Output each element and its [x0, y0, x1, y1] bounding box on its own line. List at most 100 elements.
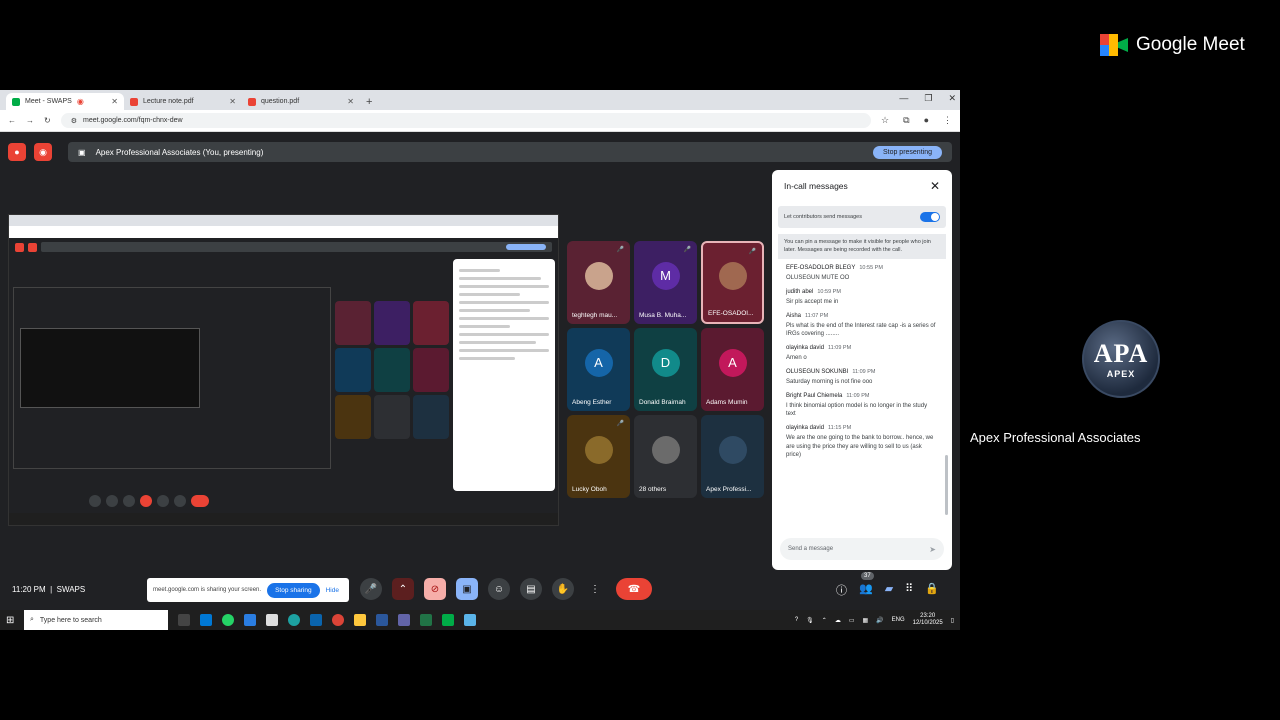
close-icon[interactable]: ✕ — [930, 179, 940, 193]
chat-scrollbar[interactable] — [945, 455, 948, 515]
broadcast-icon[interactable]: ◉ — [34, 143, 52, 161]
close-window-icon[interactable]: ✕ — [948, 93, 956, 104]
contributors-toggle[interactable] — [920, 212, 940, 222]
menu-kebab-icon[interactable]: ⋮ — [943, 115, 952, 126]
profile-avatar-icon[interactable]: ● — [924, 115, 929, 126]
participant-name: Abeng Esther — [572, 399, 612, 406]
message-text: Sir pls accept me in — [786, 299, 839, 306]
chat-title: In-call messages — [784, 181, 848, 191]
avatar: M — [651, 261, 680, 290]
stop-presenting-button[interactable]: Stop presenting — [872, 145, 942, 159]
message-time: 11:07 PM — [805, 312, 829, 319]
mic-tray-icon[interactable]: 🎙 — [806, 617, 814, 624]
new-tab-button[interactable]: + — [360, 96, 378, 110]
meet-app-icon[interactable] — [442, 614, 454, 626]
send-icon[interactable]: ➤ — [929, 545, 936, 554]
chat-message: olayinka david 11:15 PM We are the one goi… — [786, 425, 938, 460]
video-off-icon[interactable]: ⊘ — [424, 578, 446, 600]
site-info-icon[interactable]: ⚙ — [71, 117, 77, 125]
reload-icon[interactable]: ↻ — [44, 116, 51, 125]
info-icon[interactable]: ⓘ — [836, 582, 847, 598]
tab-lecture-note[interactable]: Lecture note.pdf ✕ — [124, 93, 242, 110]
participant-name: Apex Professi... — [706, 486, 752, 493]
avatar: A — [718, 348, 747, 377]
store-icon[interactable] — [266, 614, 278, 626]
extensions-icon[interactable]: ⧉ — [903, 115, 909, 126]
activities-icon[interactable]: ⠿ — [905, 582, 913, 598]
participant-tile[interactable]: M 🎤 Musa B. Muha... — [634, 241, 697, 324]
stop-sharing-button[interactable]: Stop sharing — [267, 582, 320, 598]
leave-call-button[interactable]: ☎ — [616, 578, 652, 600]
record-icon[interactable]: ● — [8, 143, 26, 161]
notifications-icon[interactable]: ▯ — [951, 617, 954, 624]
edge-icon[interactable] — [288, 614, 300, 626]
close-tab-icon[interactable]: ✕ — [229, 97, 236, 106]
host-controls-icon[interactable]: 🔒 — [925, 582, 939, 598]
participant-tile[interactable]: A Adams Mumin — [701, 328, 764, 411]
whatsapp-icon[interactable] — [222, 614, 234, 626]
hide-button[interactable]: Hide — [326, 587, 339, 594]
mic-muted-icon: 🎤 — [616, 247, 624, 253]
windows-start-icon[interactable]: ⊞ — [6, 615, 20, 626]
participant-name: Musa B. Muha... — [639, 312, 687, 319]
participant-tile[interactable]: Apex Professi... — [701, 415, 764, 498]
outlook-icon[interactable] — [310, 614, 322, 626]
present-icon[interactable]: ▣ — [456, 578, 478, 600]
message-sender: olayinka david — [786, 424, 825, 431]
minimize-icon[interactable]: — — [899, 93, 908, 104]
people-icon[interactable]: 👥 37 — [859, 572, 874, 598]
taskbar-search[interactable]: ⌕ Type here to search — [24, 610, 168, 630]
task-view-icon[interactable] — [178, 614, 190, 626]
forward-icon[interactable]: → — [26, 116, 34, 125]
clock[interactable]: 23:20 12/10/2025 — [913, 613, 943, 627]
tab-meet[interactable]: Meet - SWAPS ◉ ✕ — [6, 93, 124, 110]
mail-icon[interactable] — [200, 614, 212, 626]
teams-icon[interactable] — [398, 614, 410, 626]
network-icon[interactable]: ▦ — [862, 617, 868, 624]
chrome-icon[interactable] — [332, 614, 344, 626]
chat-message: OLUSEGUN SOKUNBI 11:09 PM Saturday morning… — [786, 369, 938, 387]
emoji-icon[interactable]: ☺ — [488, 578, 510, 600]
microphone-icon[interactable]: 🎤 — [360, 578, 382, 600]
sharing-text: meet.google.com is sharing your screen. — [153, 587, 262, 593]
onedrive-icon[interactable] — [244, 614, 256, 626]
chat-message: Aisha 11:07 PM Pls what is the end of the … — [786, 313, 938, 339]
bookmark-star-icon[interactable]: ☆ — [881, 115, 889, 126]
window-controls: — ❐ ✕ — [899, 93, 956, 104]
back-icon[interactable]: ← — [8, 116, 16, 125]
participant-tile[interactable]: A Abeng Esther — [567, 328, 630, 411]
camera-off-icon[interactable]: ⌃ — [392, 578, 414, 600]
close-tab-icon[interactable]: ✕ — [347, 97, 354, 106]
participant-tile[interactable]: 🎤 EFE-OSADOI... — [701, 241, 764, 324]
participant-tile[interactable]: D Donald Braimah — [634, 328, 697, 411]
participant-tile[interactable]: 🎤 Lucky Oboh — [567, 415, 630, 498]
file-explorer-icon[interactable] — [354, 614, 366, 626]
help-icon[interactable]: ? — [795, 617, 798, 623]
chat-icon[interactable]: ▰ — [885, 582, 893, 598]
restore-icon[interactable]: ❐ — [924, 93, 932, 104]
excel-icon[interactable] — [420, 614, 432, 626]
send-message-input[interactable]: Send a message ➤ — [780, 538, 944, 560]
cloud-icon[interactable]: ☁ — [835, 617, 841, 624]
participant-tile[interactable]: 🎤 teghtegh mau... — [567, 241, 630, 324]
tab-question[interactable]: question.pdf ✕ — [242, 93, 360, 110]
chevron-up-icon[interactable]: ⌃ — [822, 617, 827, 624]
language-label[interactable]: ENG — [892, 617, 905, 623]
raise-hand-icon[interactable]: ✋ — [552, 578, 574, 600]
participant-tile[interactable]: 28 others — [634, 415, 697, 498]
captions-icon[interactable]: ▤ — [520, 578, 542, 600]
nested-screen-capture — [8, 214, 559, 526]
volume-icon[interactable]: 🔊 — [876, 617, 883, 624]
participant-name: teghtegh mau... — [572, 312, 618, 319]
battery-icon[interactable]: ▭ — [849, 617, 855, 624]
avatar — [718, 262, 747, 291]
calculator-icon[interactable] — [464, 614, 476, 626]
app-name: Google Meet — [1136, 34, 1245, 55]
message-text: Saturday morning is not fine ooo — [786, 378, 873, 385]
url-input[interactable]: ⚙ meet.google.com/fqm-chnx-dew — [60, 113, 872, 128]
close-tab-icon[interactable]: ✕ — [111, 97, 118, 106]
more-options-icon[interactable]: ⋮ — [584, 578, 606, 600]
message-time: 10:55 PM — [859, 265, 883, 272]
word-icon[interactable] — [376, 614, 388, 626]
pdf-icon — [130, 97, 138, 106]
